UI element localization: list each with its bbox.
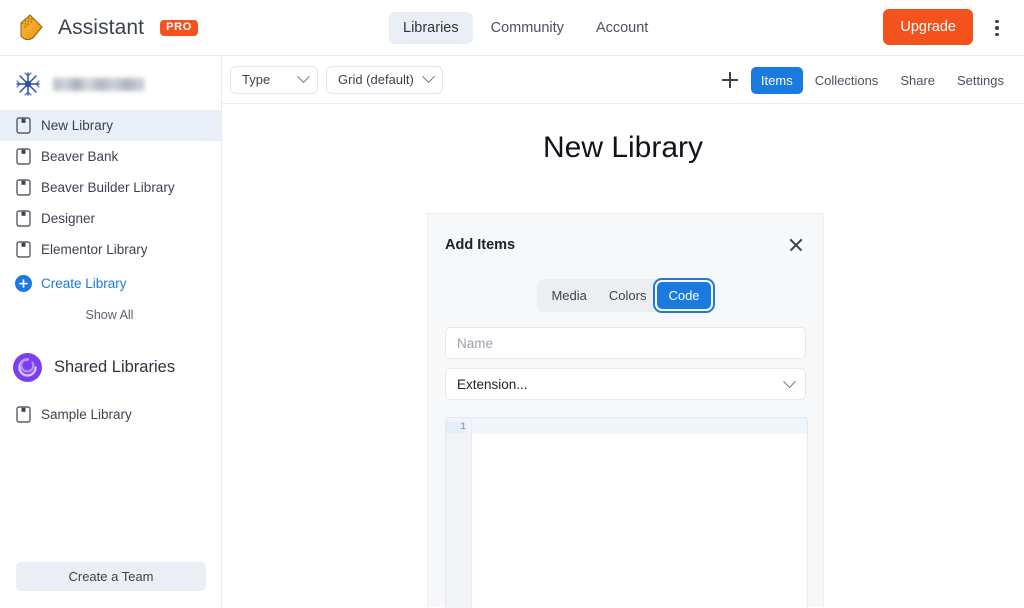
- account-row[interactable]: [0, 56, 221, 110]
- toolbar-actions: Items Collections Share Settings: [715, 65, 1014, 95]
- page-title: New Library: [542, 131, 704, 164]
- nav-item-community[interactable]: Community: [477, 12, 578, 44]
- line-number: 1: [446, 422, 466, 433]
- sidebar-item-label: New Library: [41, 118, 114, 133]
- plus-circle-icon: [15, 275, 32, 292]
- sidebar-item-designer[interactable]: Designer: [0, 203, 221, 234]
- sidebar-item-beaver-builder-library[interactable]: Beaver Builder Library: [0, 172, 221, 203]
- book-icon: [16, 117, 31, 134]
- item-type-segmented-control: Media Colors Code: [428, 279, 823, 312]
- name-input-placeholder: Name: [457, 335, 494, 351]
- main-content: Type Grid (default) Items Collections Sh…: [222, 56, 1024, 608]
- nav-item-account[interactable]: Account: [582, 12, 662, 44]
- sidebar-item-sample-library[interactable]: Sample Library: [0, 399, 221, 430]
- chevron-down-icon: [422, 70, 435, 84]
- account-name: [53, 77, 145, 91]
- panel-header: Add Items: [428, 214, 823, 276]
- brand-name: Assistant: [58, 15, 145, 39]
- tab-share[interactable]: Share: [890, 67, 945, 94]
- sidebar-item-label: Beaver Builder Library: [41, 180, 175, 195]
- add-items-panel: Add Items Media Colors Code Name Extensi…: [427, 213, 824, 608]
- more-vertical-icon[interactable]: [986, 16, 1008, 40]
- add-item-button[interactable]: [715, 65, 745, 95]
- close-icon[interactable]: [787, 236, 805, 254]
- sidebar-item-beaver-bank[interactable]: Beaver Bank: [0, 141, 221, 172]
- sidebar-item-label: Beaver Bank: [41, 149, 119, 164]
- upgrade-button[interactable]: Upgrade: [883, 9, 973, 45]
- chevron-down-icon: [297, 70, 310, 84]
- code-editor-gutter: 1: [446, 418, 472, 608]
- sidebar-item-new-library[interactable]: New Library: [0, 110, 221, 141]
- tab-collections[interactable]: Collections: [805, 67, 889, 94]
- create-a-team-button[interactable]: Create a Team: [16, 562, 206, 591]
- code-editor-text-area[interactable]: [472, 418, 807, 608]
- top-bar: Assistant PRO Libraries Community Accoun…: [0, 0, 1024, 56]
- sidebar-item-label: Sample Library: [41, 407, 132, 422]
- nav-item-libraries[interactable]: Libraries: [389, 12, 473, 44]
- sidebar: New Library Beaver Bank Beaver Builder L…: [0, 56, 222, 607]
- top-navigation: Libraries Community Account: [389, 12, 662, 44]
- segment-media[interactable]: Media: [540, 282, 597, 309]
- sidebar-item-elementor-library[interactable]: Elementor Library: [0, 234, 221, 265]
- segment-colors[interactable]: Colors: [598, 282, 658, 309]
- tab-settings[interactable]: Settings: [947, 67, 1014, 94]
- brand: Assistant PRO: [14, 11, 199, 45]
- chevron-down-icon: [783, 374, 796, 388]
- active-line-highlight: [472, 418, 807, 434]
- segment-code[interactable]: Code: [657, 282, 711, 309]
- sort-filter-select[interactable]: Grid (default): [326, 65, 443, 94]
- code-editor[interactable]: 1: [445, 417, 808, 608]
- sort-filter-label: Grid (default): [338, 72, 414, 87]
- sidebar-item-label: Elementor Library: [41, 242, 148, 257]
- assistant-logo-icon: [14, 11, 48, 45]
- book-icon: [16, 210, 31, 227]
- book-icon: [16, 406, 31, 423]
- create-library-label: Create Library: [41, 276, 127, 291]
- panel-title: Add Items: [445, 237, 516, 253]
- book-icon: [16, 148, 31, 165]
- pro-badge: PRO: [160, 19, 199, 36]
- type-filter-label: Type: [242, 72, 271, 87]
- tab-items[interactable]: Items: [750, 66, 803, 94]
- book-icon: [16, 179, 31, 196]
- extension-select-value: Extension...: [457, 376, 528, 392]
- shared-libraries-icon: [13, 353, 42, 382]
- shared-libraries-label: Shared Libraries: [54, 358, 176, 376]
- book-icon: [16, 241, 31, 258]
- name-input[interactable]: Name: [445, 327, 806, 359]
- extension-select[interactable]: Extension...: [445, 368, 806, 400]
- sidebar-item-shared-libraries[interactable]: Shared Libraries: [0, 353, 221, 382]
- type-filter-select[interactable]: Type: [230, 65, 318, 94]
- sidebar-item-label: Designer: [41, 211, 96, 226]
- create-library-button[interactable]: Create Library: [0, 268, 221, 299]
- snowflake-avatar-icon: [14, 70, 42, 98]
- show-all-button[interactable]: Show All: [0, 308, 221, 322]
- library-toolbar: Type Grid (default) Items Collections Sh…: [222, 56, 1024, 104]
